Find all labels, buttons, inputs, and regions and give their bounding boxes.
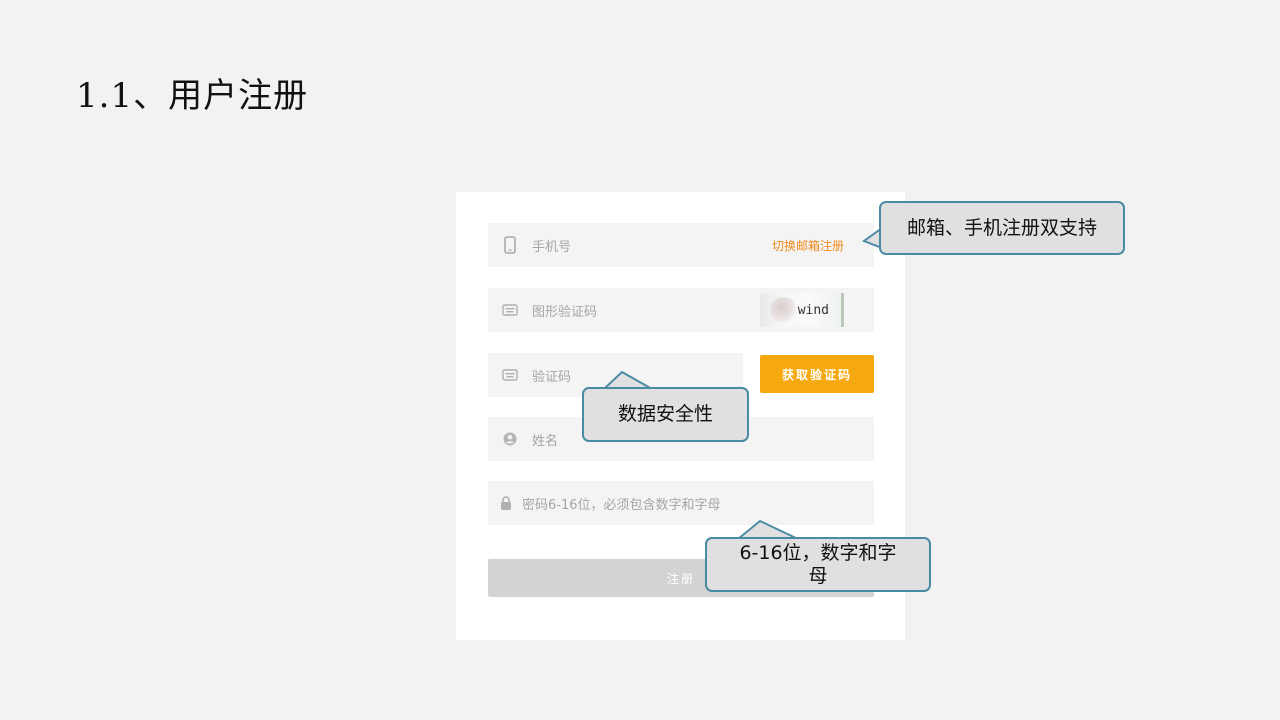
captcha-placeholder: 图形验证码	[532, 304, 598, 320]
phone-field[interactable]: 手机号 切换邮箱注册	[488, 223, 874, 267]
get-code-button[interactable]: 获取验证码	[760, 355, 874, 393]
captcha-noise	[770, 297, 798, 323]
callout-password-rule-line1: 6-16位，数字和字	[739, 541, 897, 564]
keyboard-icon	[502, 367, 518, 383]
captcha-image[interactable]: wind	[760, 293, 844, 327]
phone-icon	[502, 236, 518, 254]
callout-password-rule-line2: 母	[808, 564, 828, 587]
user-icon	[502, 431, 518, 447]
callout-password-rule: 6-16位，数字和字 母	[705, 537, 931, 592]
captcha-field[interactable]: 图形验证码 wind	[488, 288, 874, 332]
lock-icon	[498, 495, 514, 511]
captcha-image-text: wind	[797, 302, 829, 318]
callout-dual-register-text: 邮箱、手机注册双支持	[906, 216, 1097, 239]
page-title: 1.1、用户注册	[76, 76, 309, 116]
switch-email-register-link[interactable]: 切换邮箱注册	[772, 237, 844, 254]
name-placeholder: 姓名	[532, 433, 559, 449]
password-field[interactable]: 密码6-16位，必须包含数字和字母	[488, 481, 874, 525]
sms-code-placeholder: 验证码	[532, 369, 572, 385]
phone-placeholder: 手机号	[532, 239, 572, 255]
callout-data-security-text: 数据安全性	[617, 403, 713, 425]
callout-dual-register: 邮箱、手机注册双支持	[879, 201, 1125, 255]
keyboard-icon	[502, 302, 518, 318]
callout-data-security: 数据安全性	[582, 387, 749, 442]
password-placeholder: 密码6-16位，必须包含数字和字母	[522, 497, 721, 513]
